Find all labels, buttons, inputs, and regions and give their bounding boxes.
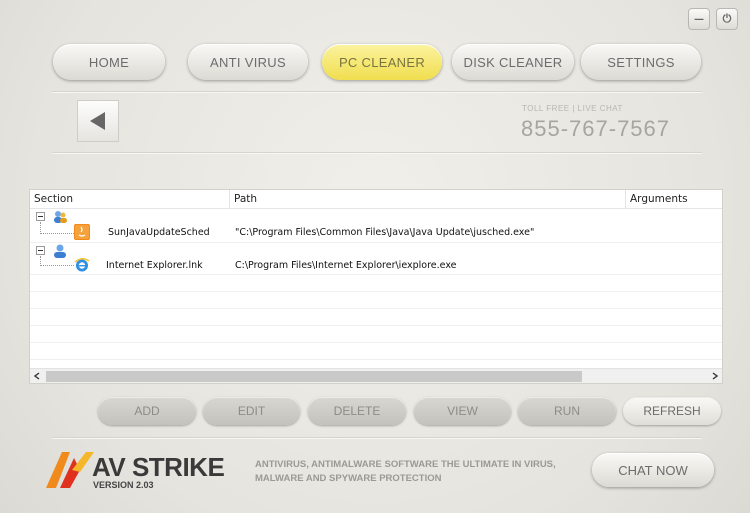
back-button[interactable] bbox=[77, 100, 119, 142]
edit-label: EDIT bbox=[237, 404, 266, 418]
version-label: VERSION 2.03 bbox=[93, 480, 154, 490]
minimize-button[interactable]: — bbox=[688, 8, 710, 30]
nav-home-label: HOME bbox=[88, 54, 130, 70]
java-icon bbox=[74, 224, 90, 240]
phone-number: 855-767-7567 bbox=[521, 116, 671, 141]
row-path[interactable]: C:\Program Files\Internet Explorer\iexpl… bbox=[235, 260, 457, 271]
add-button[interactable]: ADD bbox=[98, 397, 196, 425]
chat-now-label: CHAT NOW bbox=[618, 462, 688, 478]
nav-settings[interactable]: SETTINGS bbox=[581, 44, 701, 80]
collapse-toggle[interactable] bbox=[36, 212, 45, 221]
nav-anti-virus[interactable]: ANTI VIRUS bbox=[188, 44, 308, 80]
startup-table: Section Path Arguments SunJavaUpdateSche… bbox=[29, 189, 723, 384]
collapse-toggle[interactable] bbox=[36, 246, 45, 255]
row-separator bbox=[30, 308, 722, 309]
scroll-left-icon[interactable] bbox=[33, 372, 41, 380]
divider-top bbox=[52, 91, 702, 93]
row-name[interactable]: SunJavaUpdateSched bbox=[108, 227, 210, 238]
users-group-icon bbox=[54, 211, 67, 223]
internet-explorer-icon bbox=[74, 258, 90, 272]
avstrike-logo-icon bbox=[46, 452, 94, 488]
refresh-label: REFRESH bbox=[643, 404, 701, 418]
col-section[interactable]: Section bbox=[30, 190, 230, 208]
power-icon: ⏻ bbox=[722, 12, 732, 25]
power-button[interactable]: ⏻ bbox=[716, 8, 738, 30]
row-separator bbox=[30, 242, 722, 243]
col-path[interactable]: Path bbox=[230, 190, 626, 208]
nav-pc-cleaner[interactable]: PC CLEANER bbox=[322, 44, 442, 80]
row-separator bbox=[30, 325, 722, 326]
delete-label: DELETE bbox=[333, 404, 381, 418]
row-path[interactable]: "C:\Program Files\Common Files\Java\Java… bbox=[235, 227, 534, 238]
nav-disk-cleaner-label: DISK CLEANER bbox=[463, 54, 563, 70]
nav-pc-cleaner-label: PC CLEANER bbox=[338, 54, 426, 70]
delete-button[interactable]: DELETE bbox=[308, 397, 406, 425]
brand-av: AV bbox=[92, 452, 126, 482]
view-label: VIEW bbox=[447, 404, 478, 418]
tree-line bbox=[40, 233, 74, 235]
row-separator bbox=[30, 274, 722, 275]
chat-now-button[interactable]: CHAT NOW bbox=[592, 453, 714, 487]
row-separator bbox=[30, 359, 722, 360]
brand-wordmark: AV STRIKE bbox=[92, 452, 225, 483]
scroll-thumb[interactable] bbox=[46, 371, 582, 382]
row-name[interactable]: Internet Explorer.lnk bbox=[106, 260, 203, 271]
brand-strike: STRIKE bbox=[131, 452, 225, 482]
nav-disk-cleaner[interactable]: DISK CLEANER bbox=[452, 44, 574, 80]
row-separator bbox=[30, 291, 722, 292]
nav-anti-virus-label: ANTI VIRUS bbox=[210, 54, 286, 70]
nav-settings-label: SETTINGS bbox=[607, 54, 675, 70]
view-button[interactable]: VIEW bbox=[414, 397, 511, 425]
toll-free-label: TOLL FREE | LIVE CHAT bbox=[522, 104, 623, 113]
header-separator bbox=[30, 208, 722, 209]
nav-home[interactable]: HOME bbox=[53, 44, 165, 80]
edit-button[interactable]: EDIT bbox=[203, 397, 300, 425]
horizontal-scrollbar[interactable] bbox=[30, 368, 722, 383]
run-label: RUN bbox=[554, 404, 580, 418]
divider-mid bbox=[52, 152, 702, 154]
scroll-right-icon[interactable] bbox=[711, 372, 719, 380]
col-arguments[interactable]: Arguments bbox=[626, 190, 722, 208]
row-separator bbox=[30, 342, 722, 343]
tagline: ANTIVIRUS, ANTIMALWARE SOFTWARE THE ULTI… bbox=[255, 459, 556, 484]
add-label: ADD bbox=[134, 404, 160, 418]
back-arrow-icon bbox=[90, 112, 105, 130]
divider-bottom bbox=[52, 437, 702, 439]
tree-line bbox=[40, 265, 74, 267]
refresh-button[interactable]: REFRESH bbox=[623, 397, 721, 425]
run-button[interactable]: RUN bbox=[518, 397, 616, 425]
minimize-icon: — bbox=[694, 13, 704, 25]
user-icon bbox=[54, 244, 66, 258]
